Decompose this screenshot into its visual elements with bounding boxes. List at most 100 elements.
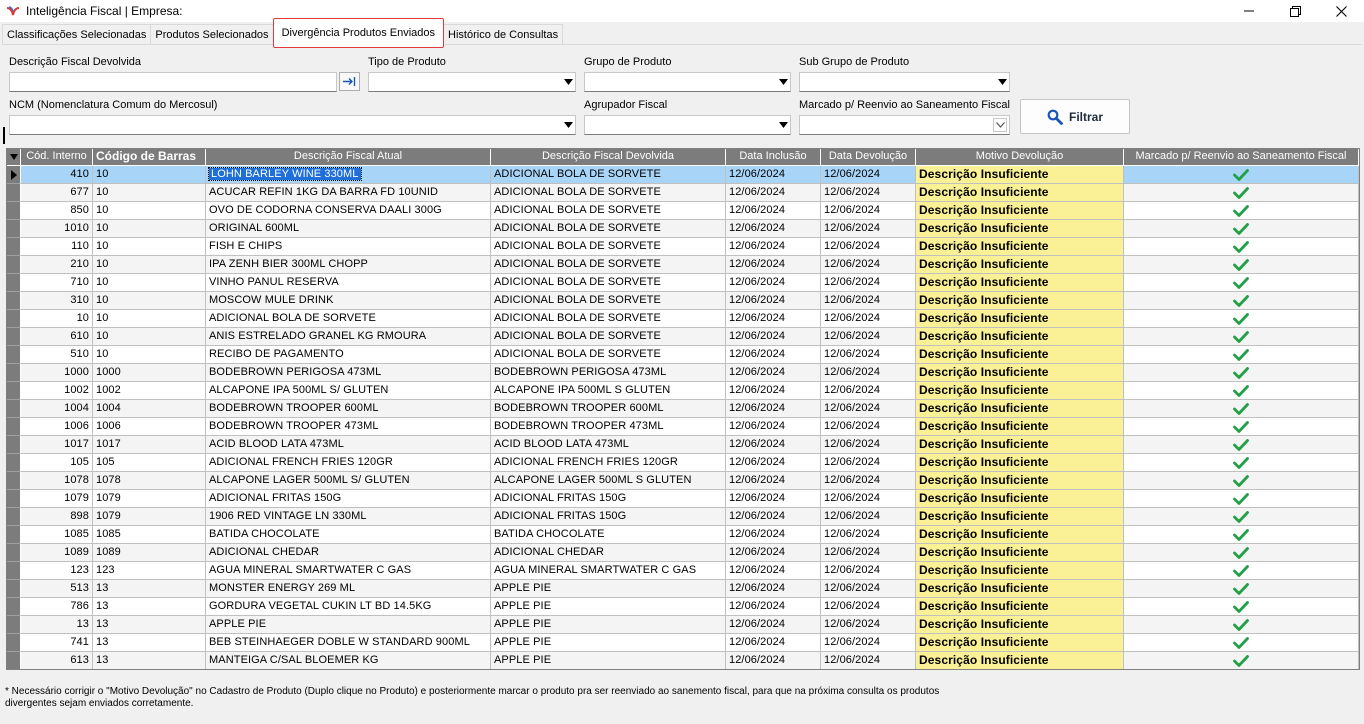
cell-descricao-devolvida[interactable]: ADICIONAL BOLA DE SORVETE (491, 202, 726, 220)
cell-descricao-devolvida[interactable]: BODEBROWN PERIGOSA 473ML (491, 364, 726, 382)
cell-marcado-reenvio[interactable] (1124, 418, 1359, 436)
cell-marcado-reenvio[interactable] (1124, 652, 1359, 669)
cell-data-devolucao[interactable]: 12/06/2024 (821, 454, 916, 472)
table-row[interactable]: 1000 1000 BODEBROWN PERIGOSA 473ML BODEBROW… (7, 364, 1359, 382)
column-header-codigo-barras[interactable]: Código de Barras (93, 149, 206, 166)
table-row[interactable]: 1089 1089 ADICIONAL CHEDAR ADICIONAL CHEDAR… (7, 544, 1359, 562)
tab-classificacoes-selecionadas[interactable]: Classificações Selecionadas (2, 24, 152, 44)
cell-descricao-atual[interactable]: MOSCOW MULE DRINK (206, 292, 491, 310)
cell-cod-interno[interactable]: 410 (21, 166, 93, 184)
cell-descricao-devolvida[interactable]: ADICIONAL BOLA DE SORVETE (491, 238, 726, 256)
table-row[interactable]: 610 10 ANIS ESTRELADO GRANEL KG RMOURA ADIC… (7, 328, 1359, 346)
cell-descricao-devolvida[interactable]: ALCAPONE LAGER 500ML S GLUTEN (491, 472, 726, 490)
cell-data-inclusao[interactable]: 12/06/2024 (726, 598, 821, 616)
cell-codigo-barras[interactable]: 123 (93, 562, 206, 580)
agrupador-fiscal-select[interactable] (584, 115, 791, 135)
cell-motivo-devolucao[interactable]: Descrição Insuficiente (916, 454, 1124, 472)
cell-motivo-devolucao[interactable]: Descrição Insuficiente (916, 364, 1124, 382)
table-row[interactable]: 105 105 ADICIONAL FRENCH FRIES 120GR ADICIO… (7, 454, 1359, 472)
cell-descricao-atual[interactable]: BATIDA CHOCOLATE (206, 526, 491, 544)
cell-motivo-devolucao[interactable]: Descrição Insuficiente (916, 490, 1124, 508)
column-header-cod-interno[interactable]: Cód. Interno (21, 149, 93, 166)
cell-marcado-reenvio[interactable] (1124, 508, 1359, 526)
cell-codigo-barras[interactable]: 13 (93, 652, 206, 669)
cell-descricao-atual[interactable]: 1906 RED VINTAGE LN 330ML (206, 508, 491, 526)
tab-produtos-selecionados[interactable]: Produtos Selecionados (150, 24, 274, 44)
row-indicator[interactable] (7, 364, 21, 382)
cell-data-inclusao[interactable]: 12/06/2024 (726, 184, 821, 202)
cell-descricao-atual[interactable]: LOHN BARLEY WINE 330ML (206, 166, 491, 184)
row-indicator[interactable] (7, 274, 21, 292)
cell-codigo-barras[interactable]: 1000 (93, 364, 206, 382)
cell-marcado-reenvio[interactable] (1124, 454, 1359, 472)
cell-data-inclusao[interactable]: 12/06/2024 (726, 166, 821, 184)
cell-cod-interno[interactable]: 105 (21, 454, 93, 472)
table-row[interactable]: 677 10 ACUCAR REFIN 1KG DA BARRA FD 10UNID… (7, 184, 1359, 202)
table-row[interactable]: 898 1079 1906 RED VINTAGE LN 330ML ADICIONA… (7, 508, 1359, 526)
row-indicator[interactable] (7, 328, 21, 346)
cell-descricao-devolvida[interactable]: BODEBROWN TROOPER 600ML (491, 400, 726, 418)
cell-descricao-atual[interactable]: OVO DE CODORNA CONSERVA DAALI 300G (206, 202, 491, 220)
table-row[interactable]: 1078 1078 ALCAPONE LAGER 500ML S/ GLUTEN AL… (7, 472, 1359, 490)
cell-cod-interno[interactable]: 1006 (21, 418, 93, 436)
cell-data-devolucao[interactable]: 12/06/2024 (821, 634, 916, 652)
cell-codigo-barras[interactable]: 1085 (93, 526, 206, 544)
cell-data-inclusao[interactable]: 12/06/2024 (726, 616, 821, 634)
cell-cod-interno[interactable]: 786 (21, 598, 93, 616)
cell-data-devolucao[interactable]: 12/06/2024 (821, 472, 916, 490)
cell-data-devolucao[interactable]: 12/06/2024 (821, 328, 916, 346)
cell-motivo-devolucao[interactable]: Descrição Insuficiente (916, 310, 1124, 328)
cell-descricao-devolvida[interactable]: ADICIONAL BOLA DE SORVETE (491, 328, 726, 346)
cell-marcado-reenvio[interactable] (1124, 580, 1359, 598)
cell-data-inclusao[interactable]: 12/06/2024 (726, 544, 821, 562)
column-header-marcado-reenvio[interactable]: Marcado p/ Reenvio ao Saneamento Fiscal (1124, 149, 1359, 166)
cell-data-inclusao[interactable]: 12/06/2024 (726, 472, 821, 490)
column-header-descricao-devolvida[interactable]: Descrição Fiscal Devolvida (491, 149, 726, 166)
filtrar-button[interactable]: Filtrar (1020, 99, 1130, 134)
cell-data-inclusao[interactable]: 12/06/2024 (726, 562, 821, 580)
cell-cod-interno[interactable]: 1004 (21, 400, 93, 418)
cell-descricao-atual[interactable]: ACUCAR REFIN 1KG DA BARRA FD 10UNID (206, 184, 491, 202)
cell-codigo-barras[interactable]: 1017 (93, 436, 206, 454)
cell-descricao-atual[interactable]: RECIBO DE PAGAMENTO (206, 346, 491, 364)
row-indicator[interactable] (7, 490, 21, 508)
maximize-button[interactable] (1272, 0, 1318, 22)
sub-grupo-produto-select[interactable] (799, 72, 1010, 92)
cell-descricao-atual[interactable]: APPLE PIE (206, 616, 491, 634)
cell-motivo-devolucao[interactable]: Descrição Insuficiente (916, 292, 1124, 310)
cell-data-devolucao[interactable]: 12/06/2024 (821, 346, 916, 364)
cell-descricao-atual[interactable]: ACID BLOOD LATA 473ML (206, 436, 491, 454)
table-row[interactable]: 1017 1017 ACID BLOOD LATA 473ML ACID BLOOD … (7, 436, 1359, 454)
cell-descricao-devolvida[interactable]: ACID BLOOD LATA 473ML (491, 436, 726, 454)
cell-data-devolucao[interactable]: 12/06/2024 (821, 580, 916, 598)
cell-cod-interno[interactable]: 1085 (21, 526, 93, 544)
cell-marcado-reenvio[interactable] (1124, 256, 1359, 274)
cell-codigo-barras[interactable]: 105 (93, 454, 206, 472)
tab-historico-consultas[interactable]: Histórico de Consultas (443, 24, 564, 44)
cell-codigo-barras[interactable]: 1006 (93, 418, 206, 436)
cell-data-inclusao[interactable]: 12/06/2024 (726, 382, 821, 400)
cell-descricao-devolvida[interactable]: ADICIONAL CHEDAR (491, 544, 726, 562)
cell-codigo-barras[interactable]: 1089 (93, 544, 206, 562)
cell-codigo-barras[interactable]: 1004 (93, 400, 206, 418)
cell-descricao-atual[interactable]: FISH E CHIPS (206, 238, 491, 256)
cell-cod-interno[interactable]: 510 (21, 346, 93, 364)
cell-data-devolucao[interactable]: 12/06/2024 (821, 544, 916, 562)
cell-codigo-barras[interactable]: 13 (93, 616, 206, 634)
cell-motivo-devolucao[interactable]: Descrição Insuficiente (916, 472, 1124, 490)
cell-data-devolucao[interactable]: 12/06/2024 (821, 616, 916, 634)
cell-codigo-barras[interactable]: 13 (93, 634, 206, 652)
cell-descricao-atual[interactable]: BODEBROWN PERIGOSA 473ML (206, 364, 491, 382)
cell-descricao-devolvida[interactable]: ADICIONAL BOLA DE SORVETE (491, 220, 726, 238)
cell-codigo-barras[interactable]: 10 (93, 346, 206, 364)
cell-motivo-devolucao[interactable]: Descrição Insuficiente (916, 382, 1124, 400)
cell-descricao-devolvida[interactable]: BATIDA CHOCOLATE (491, 526, 726, 544)
cell-motivo-devolucao[interactable]: Descrição Insuficiente (916, 220, 1124, 238)
cell-cod-interno[interactable]: 898 (21, 508, 93, 526)
row-indicator[interactable] (7, 310, 21, 328)
cell-data-devolucao[interactable]: 12/06/2024 (821, 310, 916, 328)
cell-cod-interno[interactable]: 1078 (21, 472, 93, 490)
cell-descricao-devolvida[interactable]: ADICIONAL BOLA DE SORVETE (491, 184, 726, 202)
row-indicator[interactable] (7, 526, 21, 544)
cell-marcado-reenvio[interactable] (1124, 184, 1359, 202)
